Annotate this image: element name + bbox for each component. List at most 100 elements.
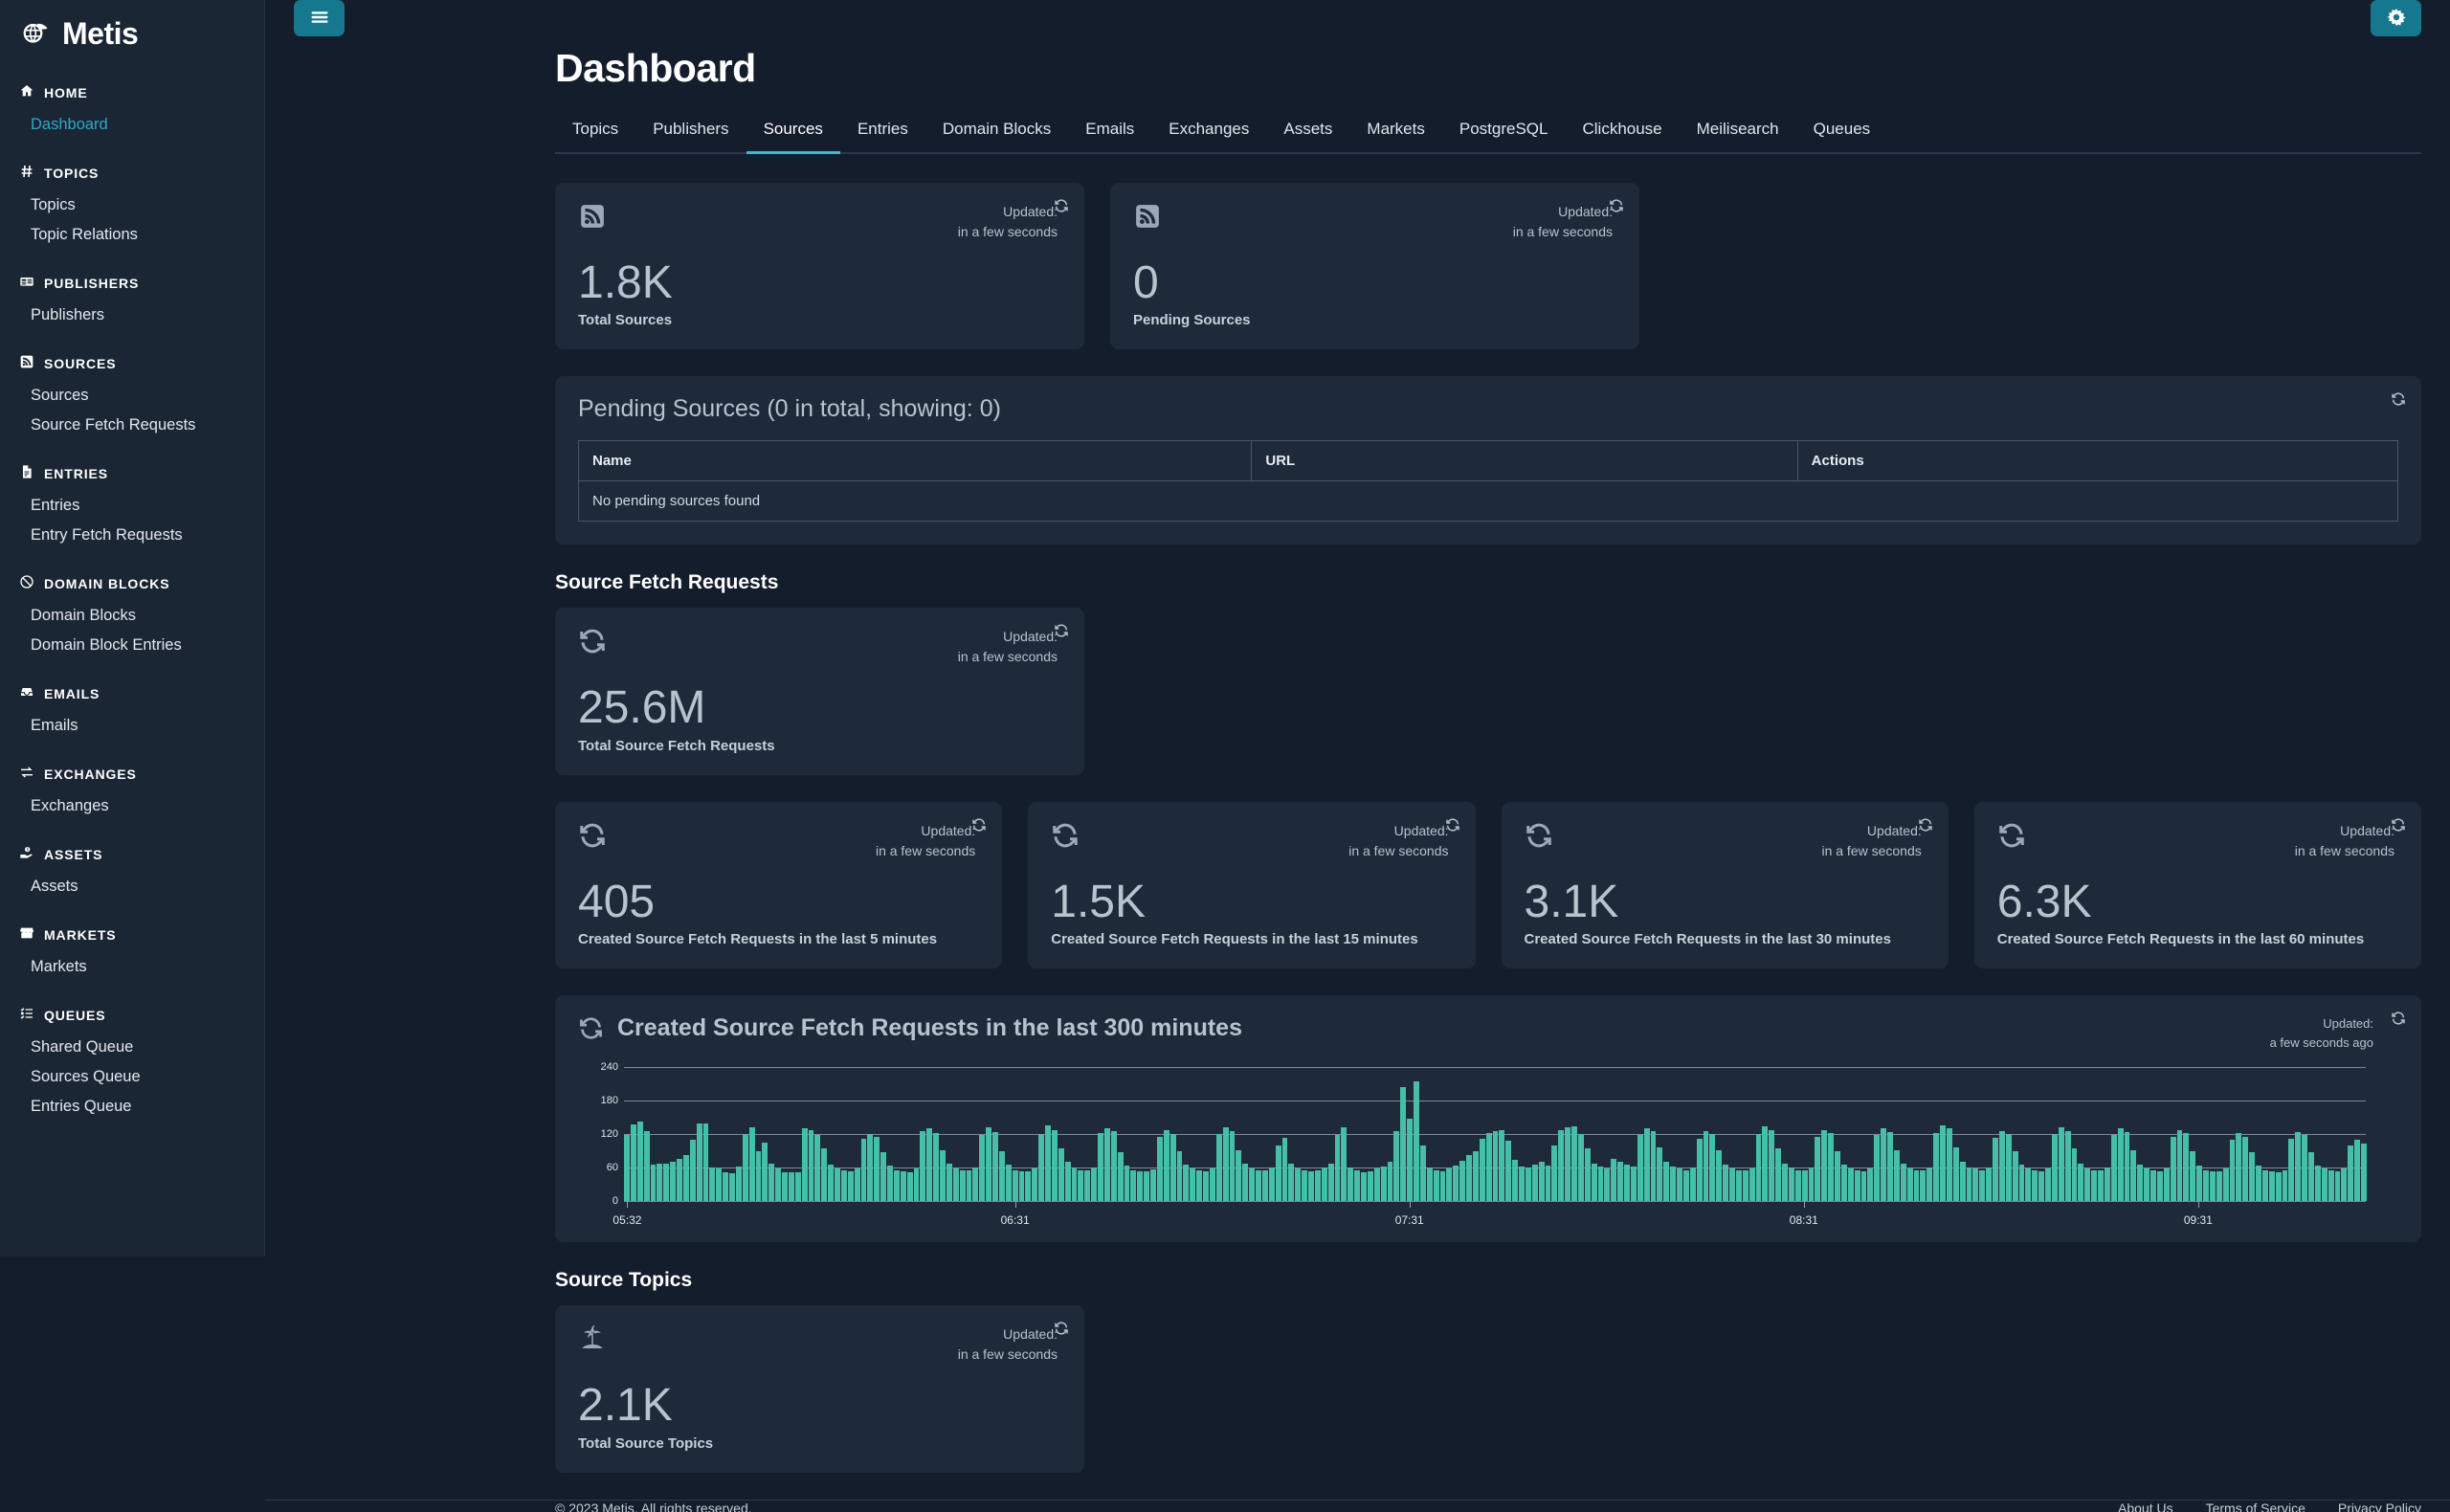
refresh-icon bbox=[578, 821, 607, 850]
chart-bar bbox=[1809, 1167, 1815, 1201]
chart-bar bbox=[2038, 1171, 2044, 1202]
sidebar-item-domain-block-entries[interactable]: Domain Block Entries bbox=[0, 631, 264, 660]
tab-postgresql[interactable]: PostgreSQL bbox=[1442, 112, 1566, 154]
sidebar-item-entries[interactable]: Entries bbox=[0, 491, 264, 521]
nav-group-label: ASSETS bbox=[44, 847, 102, 862]
refresh-icon bbox=[1525, 821, 1553, 850]
tab-markets[interactable]: Markets bbox=[1349, 112, 1441, 154]
tab-emails[interactable]: Emails bbox=[1068, 112, 1151, 154]
footer-link-terms-of-service[interactable]: Terms of Service bbox=[2206, 1501, 2305, 1512]
chart-bar bbox=[855, 1168, 860, 1201]
sidebar-item-sources[interactable]: Sources bbox=[0, 381, 264, 411]
chart-x-tick bbox=[1015, 1201, 1016, 1208]
sidebar-item-assets[interactable]: Assets bbox=[0, 872, 264, 901]
refresh-button[interactable] bbox=[971, 817, 987, 833]
tab-sources[interactable]: Sources bbox=[746, 112, 840, 154]
chart-bar bbox=[1617, 1162, 1623, 1201]
chart-bar bbox=[1624, 1165, 1630, 1202]
chart-bar bbox=[1013, 1170, 1018, 1202]
sidebar-item-emails[interactable]: Emails bbox=[0, 711, 264, 741]
chart-bar bbox=[2288, 1139, 2294, 1201]
chart-bar bbox=[1084, 1170, 1090, 1201]
tab-clickhouse[interactable]: Clickhouse bbox=[1565, 112, 1679, 154]
sidebar-item-topics[interactable]: Topics bbox=[0, 190, 264, 220]
refresh-button[interactable] bbox=[1054, 623, 1069, 638]
tab-domain-blocks[interactable]: Domain Blocks bbox=[925, 112, 1068, 154]
footer-link-about-us[interactable]: About Us bbox=[2118, 1501, 2173, 1512]
refresh-button[interactable] bbox=[2391, 1011, 2406, 1026]
tab-topics[interactable]: Topics bbox=[555, 112, 635, 154]
nav-group-header-exchanges: EXCHANGES bbox=[0, 756, 264, 791]
chart-bar bbox=[663, 1164, 669, 1202]
tab-queues[interactable]: Queues bbox=[1796, 112, 1888, 154]
refresh-button[interactable] bbox=[1609, 198, 1624, 213]
chart-bar bbox=[683, 1155, 689, 1201]
chart-bar bbox=[894, 1170, 900, 1202]
tab-exchanges[interactable]: Exchanges bbox=[1151, 112, 1266, 154]
sidebar-item-entries-queue[interactable]: Entries Queue bbox=[0, 1092, 264, 1122]
chart-bar bbox=[2177, 1130, 2183, 1202]
chart-bar bbox=[1986, 1167, 1992, 1201]
tab-assets[interactable]: Assets bbox=[1266, 112, 1349, 154]
chart-bar bbox=[782, 1172, 788, 1201]
sidebar-item-dashboard[interactable]: Dashboard bbox=[0, 110, 264, 140]
chart-bar bbox=[1493, 1131, 1499, 1202]
chart-bar bbox=[1052, 1130, 1058, 1202]
sidebar-item-exchanges[interactable]: Exchanges bbox=[0, 791, 264, 821]
chart-bar bbox=[716, 1168, 722, 1201]
refresh-icon bbox=[1054, 1321, 1069, 1336]
footer-link-privacy-policy[interactable]: Privacy Policy bbox=[2338, 1501, 2421, 1512]
chart-bar bbox=[1302, 1170, 1307, 1201]
sidebar-item-source-fetch-requests[interactable]: Source Fetch Requests bbox=[0, 411, 264, 440]
chart-bar bbox=[880, 1152, 886, 1201]
updated-value: in a few seconds bbox=[1348, 841, 1448, 861]
tab-meilisearch[interactable]: Meilisearch bbox=[1680, 112, 1796, 154]
refresh-button[interactable] bbox=[1445, 817, 1460, 833]
chart-bar bbox=[2059, 1127, 2064, 1201]
chart-bar bbox=[1907, 1168, 1913, 1201]
sidebar-item-entry-fetch-requests[interactable]: Entry Fetch Requests bbox=[0, 521, 264, 550]
sidebar-item-shared-queue[interactable]: Shared Queue bbox=[0, 1033, 264, 1062]
chart-bar bbox=[1295, 1168, 1301, 1201]
chart-bar bbox=[1683, 1170, 1689, 1202]
sidebar-item-topic-relations[interactable]: Topic Relations bbox=[0, 220, 264, 250]
settings-button[interactable] bbox=[2371, 0, 2421, 36]
stat-value: 2.1K bbox=[578, 1382, 1061, 1430]
chart-bar bbox=[2032, 1170, 2038, 1201]
table-row: No pending sources found bbox=[579, 481, 2398, 522]
chart-bar bbox=[1972, 1168, 1978, 1201]
chart-bar bbox=[1269, 1167, 1275, 1201]
refresh-button[interactable] bbox=[1918, 817, 1933, 833]
nav-group-publishers: PUBLISHERS Publishers bbox=[0, 265, 264, 330]
nav-group-label: SOURCES bbox=[44, 356, 117, 371]
chart-bar bbox=[1230, 1131, 1236, 1202]
sidebar-item-domain-blocks[interactable]: Domain Blocks bbox=[0, 601, 264, 631]
sidebar-item-publishers[interactable]: Publishers bbox=[0, 300, 264, 330]
hamburger-menu-button[interactable] bbox=[294, 0, 345, 36]
refresh-button[interactable] bbox=[2391, 391, 2406, 407]
chart-bar bbox=[1729, 1168, 1735, 1201]
chart-bar bbox=[1045, 1125, 1051, 1201]
chart-bar bbox=[1940, 1125, 1946, 1201]
sidebar-item-markets[interactable]: Markets bbox=[0, 952, 264, 982]
updated-label: Updated: bbox=[1348, 821, 1448, 841]
tab-publishers[interactable]: Publishers bbox=[635, 112, 746, 154]
chart-bar bbox=[861, 1139, 867, 1201]
nav-group-queues: QUEUES Shared Queue Sources Queue Entrie… bbox=[0, 997, 264, 1122]
chart-bar bbox=[729, 1173, 735, 1201]
chart-bar bbox=[677, 1159, 682, 1201]
refresh-button[interactable] bbox=[1054, 1321, 1069, 1336]
chart-bar bbox=[1960, 1162, 1966, 1201]
refresh-button[interactable] bbox=[1054, 198, 1069, 213]
chart-bar bbox=[2084, 1168, 2090, 1201]
stat-card-fetch-5min: Updated: in a few seconds 405 Created So… bbox=[555, 802, 1002, 968]
refresh-button[interactable] bbox=[2391, 817, 2406, 833]
chart-bar bbox=[1038, 1134, 1044, 1201]
chart-bar bbox=[1881, 1128, 1886, 1201]
updated-value: in a few seconds bbox=[958, 647, 1058, 667]
chart-bar bbox=[2322, 1168, 2328, 1201]
tab-entries[interactable]: Entries bbox=[840, 112, 925, 154]
chart-bar bbox=[1164, 1130, 1169, 1202]
chart-bar bbox=[1006, 1165, 1012, 1202]
sidebar-item-sources-queue[interactable]: Sources Queue bbox=[0, 1062, 264, 1092]
